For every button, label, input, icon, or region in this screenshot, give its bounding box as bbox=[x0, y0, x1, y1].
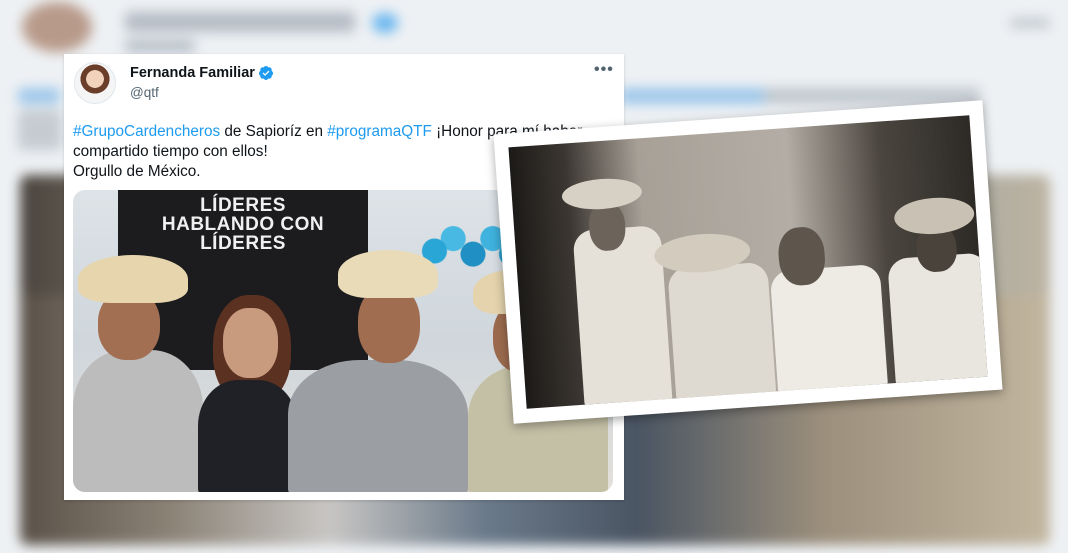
author-name[interactable]: Fernanda Familiar bbox=[130, 65, 255, 81]
hashtag-link[interactable]: #GrupoCardencheros bbox=[73, 123, 220, 140]
hashtag-link[interactable]: #programaQTF bbox=[327, 123, 432, 140]
person-figure bbox=[769, 263, 888, 394]
banner-line: HABLANDO CON bbox=[161, 214, 325, 235]
person-face bbox=[223, 308, 278, 378]
background-text bbox=[18, 110, 62, 150]
vintage-photo bbox=[508, 115, 988, 409]
avatar[interactable] bbox=[74, 62, 116, 104]
verified-badge-icon bbox=[259, 66, 273, 80]
person-figure bbox=[887, 252, 988, 385]
person-figure bbox=[198, 380, 298, 492]
banner-text: LÍDERES HABLANDO CON LÍDERES bbox=[118, 196, 368, 253]
author-handle[interactable]: @qtf bbox=[130, 85, 159, 100]
hat bbox=[560, 176, 643, 212]
background-text bbox=[18, 88, 60, 104]
person-figure bbox=[288, 360, 468, 492]
tweet-text-segment: Orgullo de México. bbox=[73, 163, 201, 180]
banner-line: LÍDERES bbox=[200, 195, 286, 216]
background-verified-icon bbox=[372, 13, 398, 33]
hat bbox=[78, 255, 188, 303]
background-text bbox=[620, 88, 980, 104]
vintage-photo-frame bbox=[493, 100, 1003, 424]
background-handle bbox=[125, 40, 195, 52]
background-avatar bbox=[22, 2, 92, 52]
tweet-text-segment: de Sapioríz en bbox=[220, 123, 328, 140]
background-name bbox=[125, 12, 355, 32]
hat bbox=[893, 195, 976, 237]
banner-line: LÍDERES bbox=[200, 233, 286, 254]
background-more-icon bbox=[1010, 18, 1050, 28]
hat bbox=[338, 250, 438, 298]
person-figure bbox=[667, 261, 777, 401]
person-figure bbox=[73, 350, 203, 492]
more-options-icon[interactable]: ••• bbox=[594, 61, 614, 79]
